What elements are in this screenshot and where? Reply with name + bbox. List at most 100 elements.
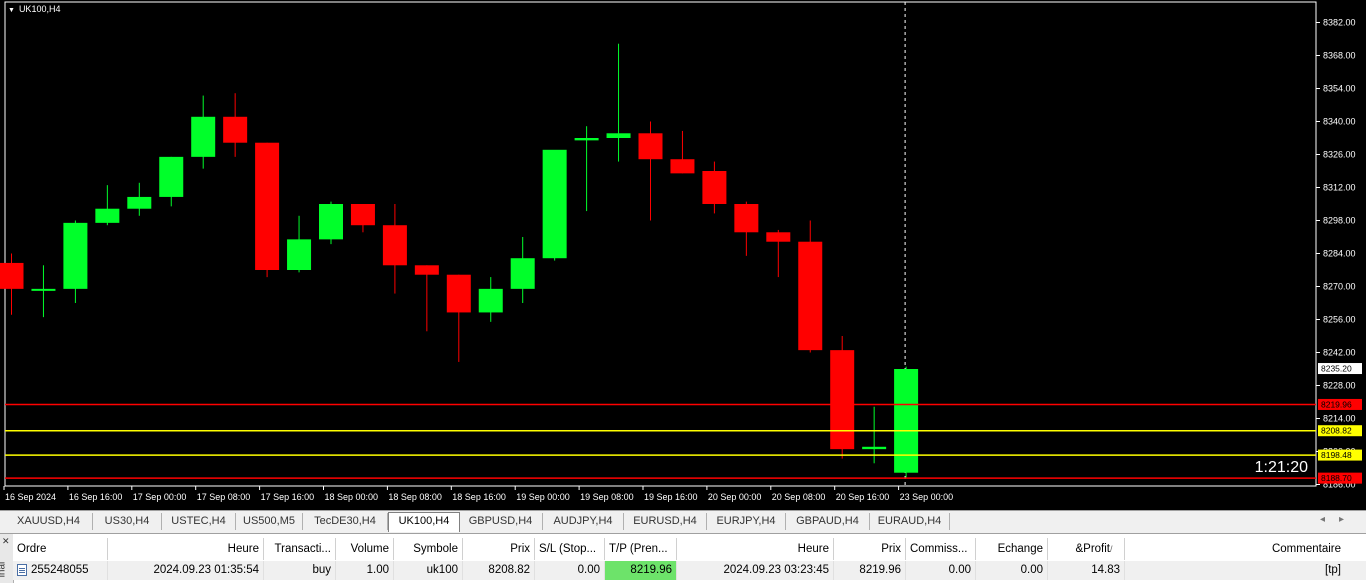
x-tick-label: 20 Sep 00:00 <box>708 492 762 502</box>
tab-us500-m5[interactable]: US500,M5 <box>236 513 303 530</box>
col-commission[interactable]: Commiss... <box>906 538 976 560</box>
col-commentaire[interactable]: Commentaire <box>1125 538 1345 560</box>
symbol-text: UK100,H4 <box>18 4 61 14</box>
x-tick-label: 16 Sep 2024 <box>5 492 56 502</box>
cell-sl: 0.00 <box>535 561 605 580</box>
candle-body <box>446 274 471 313</box>
candle-body <box>574 138 599 141</box>
cell-commission: 0.00 <box>906 561 976 580</box>
tab-audjpy-h4[interactable]: AUDJPY,H4 <box>543 513 624 530</box>
x-tick-label: 17 Sep 16:00 <box>261 492 315 502</box>
candle-body <box>638 133 663 160</box>
y-tick-label: 8354.00 <box>1323 84 1356 94</box>
candle-body <box>894 369 919 473</box>
x-tick-label: 20 Sep 08:00 <box>772 492 826 502</box>
candle-body <box>159 156 184 197</box>
candle-body <box>319 204 343 240</box>
candle-body <box>255 142 280 270</box>
x-tick-label: 23 Sep 00:00 <box>900 492 954 502</box>
chart-tab-bar: XAUUSD,H4 US30,H4 USTEC,H4 US500,M5 TecDE30,… <box>0 510 1366 533</box>
tab-scroll-arrows[interactable]: ◂▸ <box>1320 514 1358 525</box>
col-tp[interactable]: T/P (Pren... <box>605 538 677 560</box>
cell-ordre: 255248055 <box>13 561 108 580</box>
candle-body <box>63 222 88 289</box>
candle-body <box>191 116 216 157</box>
terminal-vertical-label: inal <box>0 561 8 578</box>
x-tick-label: 16 Sep 16:00 <box>69 492 123 502</box>
x-tick-label: 18 Sep 08:00 <box>388 492 442 502</box>
bar-countdown: 1:21:20 <box>1254 459 1308 476</box>
candle-body <box>478 288 503 313</box>
tab-tecde30-h4[interactable]: TecDE30,H4 <box>303 513 388 530</box>
chevron-right-icon[interactable]: ▸ <box>1339 514 1358 525</box>
cell-echange: 0.00 <box>976 561 1048 580</box>
x-tick-label: 20 Sep 16:00 <box>836 492 890 502</box>
col-sl[interactable]: S/L (Stop... <box>535 538 605 560</box>
tab-euraud-h4[interactable]: EURAUD,H4 <box>870 513 950 530</box>
col-profit-label: &Profit <box>1075 543 1110 555</box>
table-row[interactable]: 255248055 2024.09.23 01:35:54 buy 1.00 u… <box>13 561 1366 580</box>
history-header-row: Ordre Heure Transacti... Volume Symbole … <box>13 534 1366 562</box>
cell-profit: 14.83 <box>1048 561 1125 580</box>
col-symbole[interactable]: Symbole <box>394 538 463 560</box>
tab-xauusd-h4[interactable]: XAUUSD,H4 <box>5 513 93 530</box>
candle-body <box>606 133 631 138</box>
y-tick-label: 8214.00 <box>1323 414 1356 424</box>
col-volume[interactable]: Volume <box>336 538 394 560</box>
current-price-label: 8235.20 <box>1321 364 1352 374</box>
tab-gbpusd-h4[interactable]: GBPUSD,H4 <box>459 513 543 530</box>
cell-commentaire: [tp] <box>1325 564 1341 576</box>
sort-indicator: / <box>1110 544 1113 554</box>
tab-ustec-h4[interactable]: USTEC,H4 <box>162 513 236 530</box>
x-tick-label: 18 Sep 16:00 <box>452 492 506 502</box>
col-prix[interactable]: Prix <box>463 538 535 560</box>
x-tick-label: 18 Sep 00:00 <box>325 492 379 502</box>
symbol-label[interactable]: ▼ UK100,H4 <box>8 4 60 14</box>
x-tick-label: 19 Sep 16:00 <box>644 492 698 502</box>
candle-body <box>0 262 24 289</box>
dropdown-triangle-icon[interactable]: ▼ <box>8 7 15 14</box>
y-tick-label: 8256.00 <box>1323 315 1356 325</box>
col-heure[interactable]: Heure <box>108 538 264 560</box>
x-tick-label: 19 Sep 00:00 <box>516 492 570 502</box>
y-tick-label: 8368.00 <box>1323 51 1356 61</box>
y-tick-label: 8340.00 <box>1323 117 1356 127</box>
tab-gbpaud-h4[interactable]: GBPAUD,H4 <box>786 513 870 530</box>
candle-body <box>830 350 855 450</box>
candle-body <box>127 196 152 209</box>
candlestick-chart[interactable]: 8382.00 8368.00 8354.00 8340.00 8326.00 8312.… <box>0 0 1366 510</box>
x-tick-label: 17 Sep 08:00 <box>197 492 251 502</box>
cell-heure: 2024.09.23 01:35:54 <box>108 561 264 580</box>
x-tick-label: 19 Sep 08:00 <box>580 492 634 502</box>
chevron-left-icon[interactable]: ◂ <box>1320 514 1339 525</box>
y-tick-label: 8228.00 <box>1323 381 1356 391</box>
col-ordre[interactable]: Ordre <box>13 538 108 560</box>
y-tick-label: 8284.00 <box>1323 249 1356 259</box>
candle-body <box>734 204 759 233</box>
cell-prix-close: 8219.96 <box>834 561 906 580</box>
y-tick-label: 8312.00 <box>1323 183 1356 193</box>
cell-type: buy <box>264 561 336 580</box>
y-tick-label: 8298.00 <box>1323 216 1356 226</box>
col-profit[interactable]: &Profit <box>1048 538 1125 560</box>
col-echange[interactable]: Echange <box>976 538 1048 560</box>
cell-symbole: uk100 <box>394 561 463 580</box>
chart-area[interactable]: 8382.00 8368.00 8354.00 8340.00 8326.00 8312.… <box>0 0 1366 510</box>
candle-body <box>382 225 407 266</box>
tab-eurusd-h4[interactable]: EURUSD,H4 <box>624 513 707 530</box>
price-level-label: 8219.96 <box>1321 399 1352 409</box>
candle-body <box>414 265 439 275</box>
col-transaction[interactable]: Transacti... <box>264 538 336 560</box>
col-heure-close[interactable]: Heure <box>677 538 834 560</box>
tab-eurjpy-h4[interactable]: EURJPY,H4 <box>707 513 786 530</box>
candle-body <box>223 116 248 143</box>
close-icon[interactable]: ✕ <box>2 536 10 547</box>
tab-uk100-h4[interactable]: UK100,H4 <box>388 512 460 532</box>
cell-prix: 8208.82 <box>463 561 535 580</box>
candle-body <box>862 446 887 450</box>
price-level-label: 8208.82 <box>1321 426 1352 436</box>
col-prix-close[interactable]: Prix <box>834 538 906 560</box>
candle-body <box>350 204 375 226</box>
tab-us30-h4[interactable]: US30,H4 <box>93 513 162 530</box>
price-level-label: 8198.48 <box>1321 450 1352 460</box>
